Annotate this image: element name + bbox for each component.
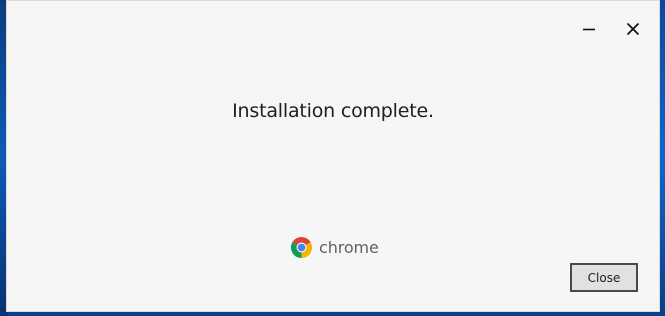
close-icon — [626, 22, 640, 36]
chrome-logo-icon — [290, 236, 313, 259]
window-controls — [579, 19, 643, 39]
installer-window: Installation complete. chrome Close — [6, 0, 660, 312]
brand-name: chrome — [319, 238, 379, 257]
installation-status-message: Installation complete. — [232, 100, 434, 122]
minimize-icon — [583, 28, 595, 31]
brand-lockup: chrome — [290, 236, 379, 259]
close-window-button[interactable] — [623, 19, 643, 39]
close-button[interactable]: Close — [570, 263, 638, 292]
minimize-button[interactable] — [579, 19, 599, 39]
